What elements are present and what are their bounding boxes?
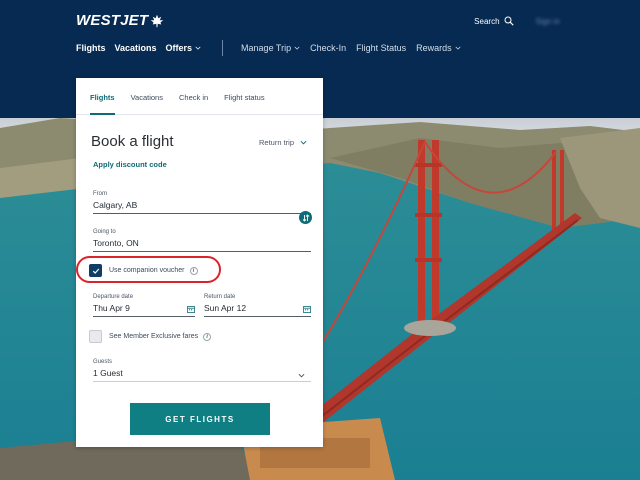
nav-offers[interactable]: Offers xyxy=(166,43,202,53)
nav-flights-label: Flights xyxy=(76,43,106,53)
trip-type-value: Return trip xyxy=(259,138,295,147)
tab-check-in[interactable]: Check in xyxy=(179,78,208,115)
nav-vacations-label: Vacations xyxy=(114,43,157,53)
return-date-label: Return date xyxy=(204,294,236,300)
page-title: Book a flight xyxy=(91,133,174,150)
get-flights-button[interactable]: GET FLIGHTS xyxy=(130,403,270,435)
search-icon xyxy=(504,16,514,26)
chevron-down-icon xyxy=(300,140,307,145)
from-field[interactable]: From Calgary, AB xyxy=(93,191,311,214)
search-button[interactable]: Search xyxy=(474,16,514,26)
guests-value: 1 Guest xyxy=(93,368,123,378)
trip-type-select[interactable]: Return trip xyxy=(259,138,307,147)
search-label: Search xyxy=(474,16,500,26)
main-nav: Flights Vacations Offers Manage Trip Che… xyxy=(76,40,471,56)
destination-field[interactable]: Going to Toronto, ON xyxy=(93,229,311,252)
swap-icon xyxy=(302,213,309,222)
utility-bar: Search Sign in xyxy=(474,16,640,26)
companion-voucher-label: Use companion voucher xyxy=(109,267,185,274)
destination-label: Going to xyxy=(93,229,116,235)
logo-text: WESTJET xyxy=(76,12,149,29)
departure-date-label: Departure date xyxy=(93,294,134,300)
chevron-down-icon xyxy=(294,46,300,50)
departure-date-value: Thu Apr 9 xyxy=(93,303,130,313)
calendar-icon[interactable] xyxy=(303,305,311,313)
booking-tabs: Flights Vacations Check in Flight status xyxy=(76,78,323,115)
tab-vacations[interactable]: Vacations xyxy=(131,78,163,115)
chevron-down-icon xyxy=(195,46,201,50)
companion-voucher-checkbox[interactable]: Use companion voucher i xyxy=(89,264,198,277)
nav-flights[interactable]: Flights xyxy=(76,43,106,53)
checkbox-unchecked[interactable] xyxy=(89,330,102,343)
tab-flights[interactable]: Flights xyxy=(90,78,115,115)
from-value: Calgary, AB xyxy=(93,200,138,210)
nav-manage-trip-label: Manage Trip xyxy=(241,43,292,53)
apply-discount-link[interactable]: Apply discount code xyxy=(93,160,167,169)
calendar-icon[interactable] xyxy=(187,305,195,313)
checkbox-checked[interactable] xyxy=(89,264,102,277)
member-fares-checkbox[interactable]: See Member Exclusive fares i xyxy=(89,330,212,343)
nav-vacations[interactable]: Vacations xyxy=(115,43,157,53)
info-icon[interactable]: i xyxy=(189,266,198,275)
nav-manage-trip[interactable]: Manage Trip xyxy=(241,43,300,53)
check-icon xyxy=(92,268,99,274)
chevron-down-icon xyxy=(455,46,461,50)
guests-select[interactable]: Guests 1 Guest xyxy=(93,359,311,382)
nav-check-in[interactable]: Check-In xyxy=(310,43,346,53)
maple-leaf-icon xyxy=(150,14,164,27)
nav-flight-status-label: Flight Status xyxy=(356,43,407,53)
return-date-field[interactable]: Return date Sun Apr 12 xyxy=(204,294,311,317)
sign-in-link[interactable]: Sign in xyxy=(536,17,560,26)
booking-widget: Flights Vacations Check in Flight status… xyxy=(76,78,323,447)
destination-value: Toronto, ON xyxy=(93,238,139,248)
nav-flight-status[interactable]: Flight Status xyxy=(356,43,406,53)
nav-rewards[interactable]: Rewards xyxy=(416,43,461,53)
guests-label: Guests xyxy=(93,359,113,365)
nav-offers-label: Offers xyxy=(165,43,193,53)
nav-check-in-label: Check-In xyxy=(310,43,347,53)
info-icon[interactable]: i xyxy=(203,332,212,341)
chevron-down-icon xyxy=(298,373,305,378)
tab-flight-status[interactable]: Flight status xyxy=(224,78,264,115)
swap-button[interactable] xyxy=(299,211,312,224)
nav-rewards-label: Rewards xyxy=(416,43,452,53)
departure-date-field[interactable]: Departure date Thu Apr 9 xyxy=(93,294,195,317)
from-label: From xyxy=(93,191,107,197)
return-date-value: Sun Apr 12 xyxy=(204,303,247,313)
nav-divider xyxy=(222,40,224,56)
westjet-logo[interactable]: WESTJET xyxy=(76,12,164,29)
member-fares-label: See Member Exclusive fares xyxy=(109,333,199,340)
